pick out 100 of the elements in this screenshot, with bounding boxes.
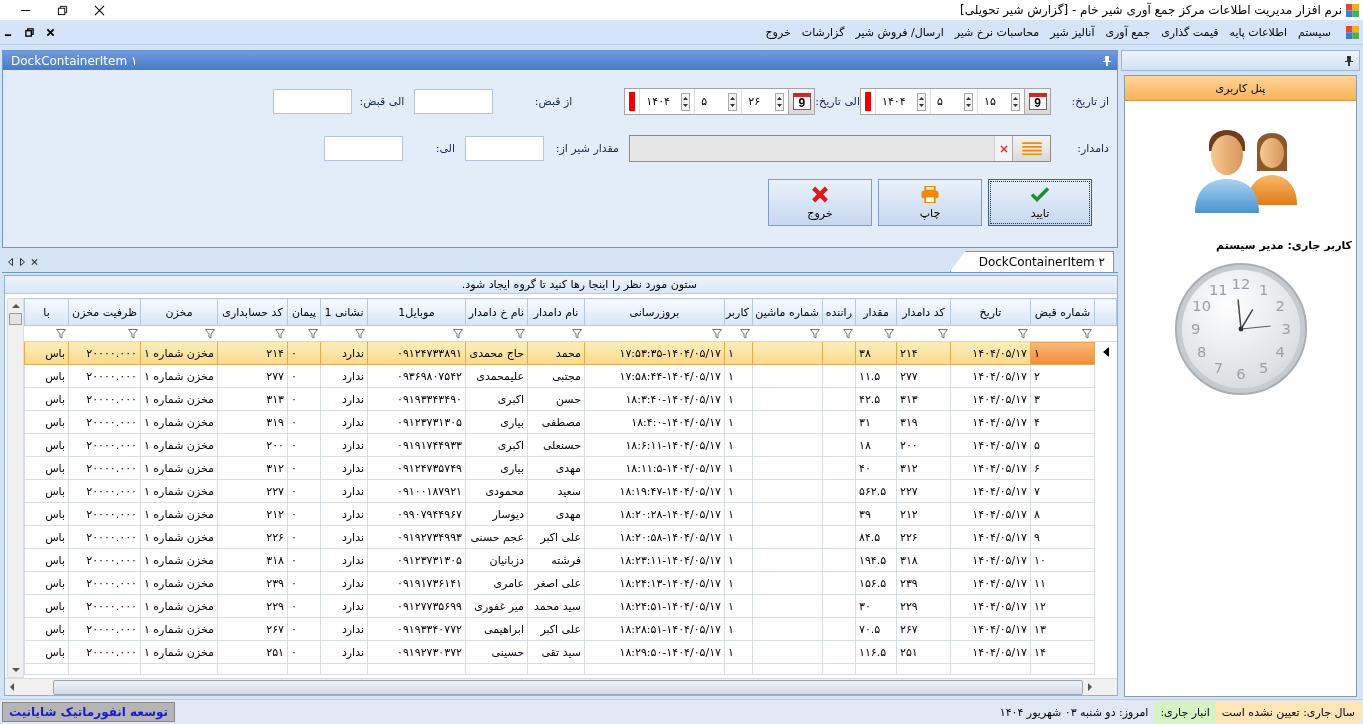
filter-icon[interactable] — [514, 328, 525, 339]
input-field[interactable] — [273, 89, 353, 114]
vertical-scrollbar[interactable] — [7, 298, 24, 678]
scroll-thumb[interactable] — [9, 313, 22, 325]
table-row[interactable]: ۳ ۱۴۰۴/۰۵/۱۷ ۳۱۳ ۴۲.۵ ۱ ۱۸:۳:۴۰-۱۴۰۴/۰۵/۱۷ حسن اکبری ۰۹۱۹۳۳۴۳۴۹۰ ندارد ۰ ۳۱۳ مخزن شماره ۱ ۲۰۰۰۰.۰۰۰ باس — [24, 387, 1117, 411]
table-row[interactable]: ۱۴ ۱۴۰۴/۰۵/۱۷ ۲۵۱ ۱۱۶.۵ ۱ ۱۸:۲۹:۵۰-۱۴۰۴/۰۵/۱۷ سید تقی حسینی ۰۹۱۹۲۷۳۰۳۷۲ ندارد ۰ ۲۵۱ مخزن شماره ۱ ۲۰۰۰۰.۰۰۰ باس — [24, 640, 1117, 664]
scroll-right-icon[interactable] — [19, 258, 26, 266]
table-cell: ۰ — [291, 461, 297, 475]
close-icon[interactable] — [94, 4, 105, 16]
menu-item[interactable]: جمع آوری — [1105, 25, 1151, 39]
column-header[interactable]: موبایل1 — [367, 298, 466, 326]
column-header[interactable]: کاربر — [724, 298, 753, 326]
table-cell: ۰۹۱۲۴۷۳۵۷۴۹ — [397, 461, 462, 475]
horizontal-scrollbar[interactable] — [5, 678, 1117, 695]
table-row[interactable]: ۹ ۱۴۰۴/۰۵/۱۷ ۲۲۶ ۸۴.۵ ۱ ۱۸:۲۰:۵۸-۱۴۰۴/۰۵/۱۷ علی اکبر عجم حسنی ۰۹۱۹۲۷۳۴۹۹۳ ندارد ۰ ۲۲۶ مخزن شماره ۱ ۲۰۰۰۰.۰۰۰ باس — [24, 525, 1117, 549]
menu-item[interactable]: خروج — [765, 25, 791, 39]
filter-icon[interactable] — [307, 328, 318, 339]
filter-icon[interactable] — [274, 328, 285, 339]
spin-button[interactable] — [728, 92, 738, 111]
menu-item[interactable]: سیستم — [1298, 25, 1331, 39]
restore-icon[interactable] — [57, 4, 68, 16]
scroll-down-icon[interactable] — [10, 667, 21, 673]
table-cell: ۷۰.۵ — [859, 622, 881, 636]
close-icon[interactable] — [46, 27, 55, 37]
date-value: ۱۴۰۴ — [882, 95, 906, 108]
filter-icon[interactable] — [55, 328, 66, 339]
filter-icon[interactable] — [452, 328, 463, 339]
column-header[interactable]: بروزرسانی — [584, 298, 725, 326]
input-field[interactable] — [465, 136, 544, 161]
column-header[interactable]: نشانی 1 — [320, 298, 368, 326]
rancher-field[interactable] — [629, 135, 1051, 162]
filter-icon[interactable] — [842, 328, 853, 339]
close-icon[interactable] — [31, 258, 38, 266]
scroll-left-icon[interactable] — [7, 258, 14, 266]
table-row[interactable]: ۱۱ ۱۴۰۴/۰۵/۱۷ ۲۳۹ ۱۵۶.۵ ۱ ۱۸:۲۴:۱۳-۱۴۰۴/۰۵/۱۷ علی اصغر عامری ۰۹۱۹۱۷۳۶۱۴۱ ندارد ۰ ۲۳۹ مخزن شماره ۱ ۲۰۰۰۰.۰۰۰ باس — [24, 571, 1117, 595]
confirm-button[interactable]: تایید — [988, 179, 1092, 226]
menu-item[interactable]: اطلاعات پایه — [1229, 25, 1287, 39]
table-row[interactable]: ۲ ۱۴۰۴/۰۵/۱۷ ۲۷۷ ۱۱.۵ ۱ ۱۷:۵۸:۴۴-۱۴۰۴/۰۵/۱۷ مجتبی علیمحمدی ۰۹۳۶۹۸۰۷۵۴۲ ندارد ۰ ۲۷۷ مخزن شماره ۱ ۲۰۰۰۰.۰۰۰ باس — [24, 364, 1117, 388]
filter-icon[interactable] — [127, 328, 138, 339]
scroll-left-icon[interactable] — [9, 682, 15, 692]
column-header[interactable]: تاریخ — [950, 298, 1031, 326]
column-header[interactable]: ظرفیت مخزن — [68, 298, 141, 326]
scroll-up-icon[interactable] — [10, 303, 21, 309]
filter-icon[interactable] — [354, 328, 365, 339]
spin-button[interactable] — [1011, 92, 1020, 111]
column-header[interactable]: کد حسابداری — [217, 298, 288, 326]
panel-tab[interactable]: DockContainerItem ۲ — [949, 251, 1114, 272]
restore-icon[interactable] — [25, 27, 34, 37]
menu-item[interactable]: ارسال/ فروش شیر — [855, 25, 944, 39]
table-cell: ۱ — [728, 484, 734, 498]
table-row[interactable]: ۱۰ ۱۴۰۴/۰۵/۱۷ ۳۱۸ ۱۹۴.۵ ۱ ۱۸:۲۳:۱۱-۱۴۰۴/۰۵/۱۷ فرشته دزبانیان ۰۹۱۲۳۷۳۱۳۰۵ ندارد ۰ ۳۱۸ مخزن شماره ۱ ۲۰۰۰۰.۰۰۰ باس — [24, 548, 1117, 572]
table-row[interactable]: ۱۲ ۱۴۰۴/۰۵/۱۷ ۲۲۹ ۳۰ ۱ ۱۸:۲۴:۵۱-۱۴۰۴/۰۵/۱۷ سید محمد میر غفوری ۰۹۱۲۷۷۳۵۶۹۹ ندارد ۰ ۲۲۹ مخزن شماره ۱ ۲۰۰۰۰.۰۰۰ باس — [24, 594, 1117, 618]
column-header[interactable]: مخزن — [140, 298, 218, 326]
filter-icon[interactable] — [883, 328, 894, 339]
column-header[interactable]: کد دامدار — [896, 298, 951, 326]
column-header[interactable]: نام خ دامدار — [465, 298, 528, 326]
column-header[interactable]: نام دامدار — [527, 298, 585, 326]
spin-button[interactable] — [964, 92, 973, 111]
table-row[interactable]: ۶ ۱۴۰۴/۰۵/۱۷ ۳۱۲ ۴۰ ۱ ۱۸:۱۱:۵-۱۴۰۴/۰۵/۱۷ مهدی بیاری ۰۹۱۲۴۷۳۵۷۴۹ ندارد ۰ ۳۱۲ مخزن شماره ۱ ۲۰۰۰۰.۰۰۰ باس — [24, 456, 1117, 480]
input-field[interactable] — [324, 136, 403, 161]
column-header[interactable]: با — [24, 298, 69, 326]
filter-icon[interactable] — [809, 328, 820, 339]
filter-icon[interactable] — [571, 328, 582, 339]
table-row[interactable]: ۴ ۱۴۰۴/۰۵/۱۷ ۳۱۹ ۳۱ ۱ ۱۸:۴:۰-۱۴۰۴/۰۵/۱۷ مصطفی بیاری ۰۹۱۲۳۷۳۱۳۰۵ ندارد ۰ ۳۱۹ مخزن شماره ۱ ۲۰۰۰۰.۰۰۰ باس — [24, 410, 1117, 434]
scroll-right-icon[interactable] — [1087, 682, 1093, 692]
spin-button[interactable] — [917, 92, 926, 111]
filter-icon[interactable] — [204, 328, 215, 339]
print-button[interactable]: چاپ — [878, 179, 982, 226]
filter-icon[interactable] — [711, 328, 722, 339]
column-header[interactable]: مقدار — [855, 298, 897, 326]
filter-icon[interactable] — [1081, 328, 1092, 339]
table-cell: ۲۰۰۰۰.۰۰۰ — [86, 553, 137, 567]
table-row[interactable]: ۷ ۱۴۰۴/۰۵/۱۷ ۲۲۷ ۵۶۲.۵ ۱ ۱۸:۱۹:۴۷-۱۴۰۴/۰۵/۱۷ سعید محمودی ۰۹۱۰۰۱۸۷۹۲۱ ندارد ۰ ۲۲۷ مخزن شماره ۱ ۲۰۰۰۰.۰۰۰ باس — [24, 479, 1117, 503]
input-field[interactable] — [414, 89, 494, 114]
calendar-button[interactable]: 9 — [1024, 89, 1050, 114]
list-button[interactable] — [1012, 136, 1050, 161]
column-header[interactable]: راننده — [822, 298, 856, 326]
table-cell: باس — [45, 553, 65, 567]
filter-icon[interactable] — [739, 328, 750, 339]
table-cell: ۳۱۸ — [266, 553, 284, 567]
calendar-button[interactable]: 9 — [788, 89, 815, 114]
clear-button[interactable] — [994, 136, 1012, 161]
menu-item[interactable]: گزارشات — [801, 25, 845, 39]
table-row[interactable]: ۸ ۱۴۰۴/۰۵/۱۷ ۲۱۲ ۳۹ ۱ ۱۸:۲۰:۲۸-۱۴۰۴/۰۵/۱۷ مهدی دیوسار ۰۹۹۰۷۹۴۴۹۶۷ ندارد ۰ ۲۱۲ مخزن شماره ۱ ۲۰۰۰۰.۰۰۰ باس — [24, 502, 1117, 526]
pin-icon[interactable] — [1345, 55, 1353, 66]
menu-item[interactable]: آنالیز شیر — [1050, 25, 1095, 39]
spin-button[interactable] — [775, 92, 785, 111]
table-row[interactable]: ۱۳ ۱۴۰۴/۰۵/۱۷ ۲۶۷ ۷۰.۵ ۱ ۱۸:۲۸:۵۱-۱۴۰۴/۰۵/۱۷ علی اکبر ابراهیمی ۰۹۱۹۳۳۴۰۷۷۲ ندارد ۰ ۲۶۷ مخزن شماره ۱ ۲۰۰۰۰.۰۰۰ باس — [24, 617, 1117, 641]
column-header[interactable]: شماره قبض — [1030, 298, 1095, 326]
table-row[interactable]: ۵ ۱۴۰۴/۰۵/۱۷ ۲۰۰ ۱۸ ۱ ۱۸:۶:۱۱-۱۴۰۴/۰۵/۱۷ حسنعلی اکبری ۰۹۱۹۱۷۴۴۹۳۳ ندارد ۰ ۲۰۰ مخزن شماره ۱ ۲۰۰۰۰.۰۰۰ باس — [24, 433, 1117, 457]
table-row[interactable]: ۱ ۱۴۰۴/۰۵/۱۷ ۲۱۴ ۳۸ ۱ ۱۷:۵۳:۳۵-۱۴۰۴/۰۵/۱۷ محمد حاج محمدی ۰۹۱۲۴۷۳۳۸۹۱ ندارد ۰ ۲۱۴ مخزن شماره ۱ ۲۰۰۰۰.۰۰۰ باس — [24, 341, 1117, 365]
column-header[interactable]: پیمان — [287, 298, 321, 326]
menu-item[interactable]: قیمت گذاری — [1161, 25, 1219, 39]
spin-button[interactable] — [681, 92, 691, 111]
column-header[interactable]: شماره ماشین — [752, 298, 823, 326]
menu-item[interactable]: محاسبات نرخ شیر — [954, 25, 1040, 39]
filter-icon[interactable] — [1017, 328, 1028, 339]
exit-button[interactable]: خروج — [768, 179, 872, 226]
filter-icon[interactable] — [937, 328, 948, 339]
table-cell: ۱ — [728, 507, 734, 521]
